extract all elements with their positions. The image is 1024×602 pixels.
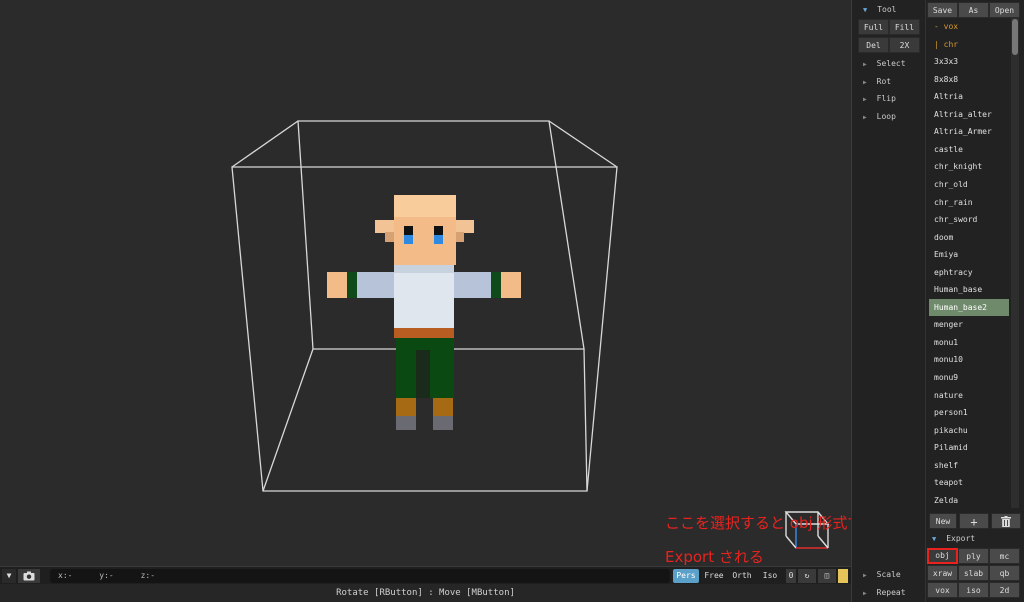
fill-button[interactable]: Fill	[889, 19, 920, 35]
tool-section-header[interactable]: ▼ Tool	[863, 5, 896, 14]
file-item[interactable]: - vox	[929, 18, 1009, 35]
mode-pers[interactable]: Pers	[673, 569, 699, 583]
rotate-reset-icon[interactable]: ↻	[798, 569, 816, 583]
full-button[interactable]: Full	[858, 19, 889, 35]
counter-value[interactable]: 0	[786, 569, 796, 583]
file-item[interactable]: monu10	[929, 351, 1009, 368]
select-label: Select	[876, 59, 906, 68]
file-item[interactable]: Emiya	[929, 246, 1009, 263]
file-item[interactable]: | chr	[929, 36, 1009, 53]
mode-free[interactable]: Free	[701, 569, 727, 583]
file-item[interactable]: menger	[929, 316, 1009, 333]
scale-collapsible[interactable]: ▶ Scale	[863, 570, 901, 579]
collapse-triangle-icon: ▶	[863, 114, 867, 121]
export-slab-button[interactable]: slab	[958, 565, 989, 581]
rot-label: Rot	[876, 77, 892, 86]
mode-iso[interactable]: Iso	[757, 569, 783, 583]
file-item[interactable]: chr_sword	[929, 211, 1009, 228]
collapse-triangle-icon: ▶	[863, 572, 867, 579]
file-item[interactable]: person1	[929, 404, 1009, 421]
export-iso-button[interactable]: iso	[958, 582, 989, 598]
export-2d-button[interactable]: 2d	[989, 582, 1020, 598]
file-item[interactable]: Human_base	[929, 281, 1009, 298]
open-button[interactable]: Open	[989, 2, 1020, 18]
collapse-triangle-icon: ▶	[863, 590, 867, 597]
file-item[interactable]: teapot	[929, 474, 1009, 491]
file-item[interactable]: Human_base2	[929, 298, 1009, 316]
export-mc-button[interactable]: mc	[989, 548, 1020, 564]
viewport-3d[interactable]: ここを選択すると obj 形式で Export される	[0, 0, 862, 566]
status-bar: Rotate [RButton] : Move [MButton]	[0, 584, 851, 602]
file-item[interactable]: 3x3x3	[929, 53, 1009, 70]
flip-collapsible[interactable]: ▶ Flip	[863, 94, 896, 103]
file-item[interactable]: castle	[929, 141, 1009, 158]
file-item[interactable]: 8x8x8	[929, 71, 1009, 88]
coordinate-readout: x:- y:- z:-	[50, 569, 670, 583]
export-section-header[interactable]: ▼ Export	[932, 534, 975, 543]
trash-icon[interactable]	[991, 513, 1021, 529]
file-item[interactable]: chr_knight	[929, 158, 1009, 175]
scale-label: Scale	[876, 570, 901, 579]
menu-triangle-icon[interactable]: ▼	[2, 569, 16, 583]
file-item[interactable]: ephtracy	[929, 264, 1009, 281]
repeat-collapsible[interactable]: ▶ Repeat	[863, 588, 906, 597]
export-obj-button[interactable]: obj	[927, 548, 958, 564]
file-item[interactable]: nature	[929, 387, 1009, 404]
collapse-triangle-icon: ▶	[863, 61, 867, 68]
tool-panel: ▼ Tool Full Fill Del 2X ▶ Select ▶ Rot ▶ Fli…	[851, 0, 925, 602]
collapse-triangle-icon: ▶	[863, 79, 867, 86]
file-item[interactable]: monu9	[929, 369, 1009, 386]
collapse-triangle-icon: ▶	[863, 96, 867, 103]
file-item[interactable]: shelf	[929, 457, 1009, 474]
file-item[interactable]: doom	[929, 229, 1009, 246]
two-x-button[interactable]: 2X	[889, 37, 920, 53]
tool-header-label: Tool	[877, 5, 897, 14]
camera-icon[interactable]	[18, 569, 40, 583]
mode-orth[interactable]: Orth	[729, 569, 755, 583]
export-ply-button[interactable]: ply	[958, 548, 989, 564]
expand-triangle-icon: ▼	[863, 6, 868, 14]
file-item[interactable]: Altria	[929, 88, 1009, 105]
file-item[interactable]: Zelda	[929, 492, 1009, 509]
file-item[interactable]: monu1	[929, 334, 1009, 351]
color-swatch[interactable]	[838, 569, 848, 583]
file-item[interactable]: chr_rain	[929, 194, 1009, 211]
x-coord: x:-	[58, 571, 73, 580]
scrollbar-thumb[interactable]	[1012, 19, 1018, 55]
flip-label: Flip	[876, 94, 896, 103]
file-item[interactable]: Altria_alter	[929, 106, 1009, 123]
save-as-button[interactable]: As	[958, 2, 989, 18]
voxel-scene[interactable]	[0, 0, 851, 566]
annotation-line2: Export される	[665, 548, 764, 566]
grid-layout-icon[interactable]: ◫	[818, 569, 836, 583]
file-item[interactable]: pikachu	[929, 422, 1009, 439]
export-qb-button[interactable]: qb	[989, 565, 1020, 581]
loop-collapsible[interactable]: ▶ Loop	[863, 112, 896, 121]
file-item[interactable]: Pilamid	[929, 439, 1009, 456]
loop-label: Loop	[876, 112, 896, 121]
file-item[interactable]: Altria_Armer	[929, 123, 1009, 140]
z-coord: z:-	[140, 571, 156, 580]
new-button[interactable]: New	[929, 513, 957, 529]
expand-triangle-icon: ▼	[932, 535, 937, 543]
file-item[interactable]: chr_old	[929, 176, 1009, 193]
repeat-label: Repeat	[876, 588, 906, 597]
file-panel: Save As Open - vox | chr 3x3x3 8x8x8 Altria A…	[925, 0, 1024, 602]
viewport-toolbar: ▼ x:- y:- z:- Pers Free Orth Iso 0 ↻ ◫	[0, 566, 851, 584]
y-coord: y:-	[99, 571, 114, 580]
annotation-line1: ここを選択すると obj 形式で	[665, 514, 863, 532]
export-vox-button[interactable]: vox	[927, 582, 958, 598]
file-list-scrollbar[interactable]	[1011, 18, 1019, 508]
export-xraw-button[interactable]: xraw	[927, 565, 958, 581]
save-button[interactable]: Save	[927, 2, 958, 18]
export-header-label: Export	[946, 534, 976, 543]
add-button[interactable]: +	[959, 513, 989, 529]
voxel-character	[327, 195, 521, 430]
select-collapsible[interactable]: ▶ Select	[863, 59, 906, 68]
rot-collapsible[interactable]: ▶ Rot	[863, 77, 891, 86]
del-button[interactable]: Del	[858, 37, 889, 53]
